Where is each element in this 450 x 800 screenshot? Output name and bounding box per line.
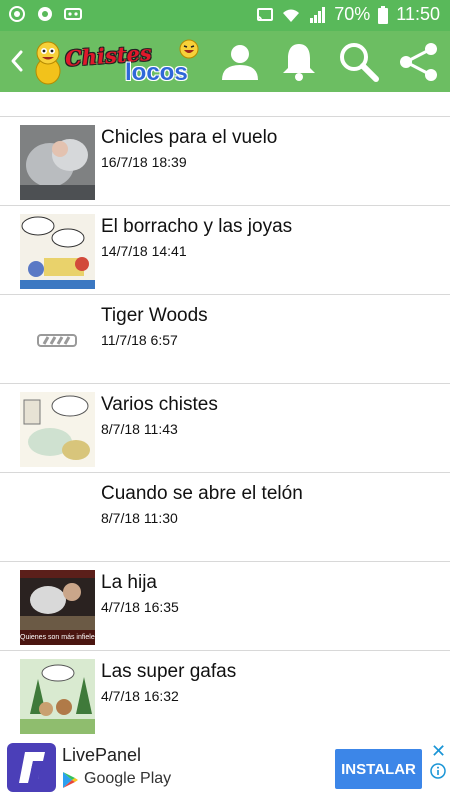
search-icon[interactable] — [336, 40, 380, 84]
item-title: Cuando se abre el telón — [101, 483, 303, 504]
clock: 11:50 — [396, 4, 440, 24]
item-title: Las super gafas — [101, 661, 237, 682]
app-bar: Chistes locos — [0, 31, 450, 92]
wifi-icon — [283, 9, 300, 22]
thumbnail-caption: Quienes son más infieles — [20, 630, 95, 645]
item-date: 4/7/18 16:32 — [101, 688, 179, 704]
battery-icon — [378, 5, 389, 24]
item-date: 8/7/18 11:43 — [101, 421, 178, 437]
install-button[interactable]: INSTALAR — [335, 749, 422, 789]
profile-icon[interactable] — [218, 40, 262, 84]
notification-bell-icon[interactable] — [277, 40, 321, 84]
item-title: La hija — [101, 572, 157, 593]
voicemail-icon — [64, 8, 82, 20]
list-item[interactable]: Las super gafas 4/7/18 16:32 — [0, 651, 450, 740]
list-item[interactable]: Quienes son más infieles La hija 4/7/18 … — [0, 562, 450, 651]
livepanel-app-icon[interactable] — [7, 743, 56, 792]
share-icon[interactable] — [397, 40, 441, 84]
google-play-icon — [63, 772, 78, 788]
item-title: El borracho y las joyas — [101, 216, 293, 237]
ad-info-icon[interactable] — [430, 763, 446, 779]
ad-close-icon[interactable]: ✕ — [431, 741, 446, 762]
item-date: 8/7/18 11:30 — [101, 510, 178, 526]
item-title: Varios chistes — [101, 394, 218, 415]
list-item[interactable]: Chicles para el vuelo 16/7/18 18:39 — [0, 117, 450, 206]
back-icon[interactable] — [6, 45, 28, 77]
aperture-icon — [9, 6, 25, 22]
livepanel-logo-icon — [19, 752, 45, 783]
laughing-emoji-icon — [179, 39, 199, 59]
joke-list: Chicles para el vuelo 16/7/18 18:39 El b… — [0, 92, 450, 740]
list-item[interactable]: El borracho y las joyas 14/7/18 14:41 — [0, 206, 450, 295]
item-date: 4/7/18 16:35 — [101, 599, 179, 615]
signal-icon — [310, 6, 326, 23]
list-item[interactable]: Cuando se abre el telón 8/7/18 11:30 — [0, 473, 450, 562]
item-title: Chicles para el vuelo — [101, 127, 278, 148]
emoji-mascot-icon — [35, 41, 61, 85]
status-bar: 70% 11:50 — [0, 0, 450, 31]
item-thumbnail — [20, 214, 95, 289]
ad-banner[interactable]: LivePanel Google Play INSTALAR ✕ — [0, 737, 450, 800]
battery-percent: 70% — [334, 4, 371, 24]
item-title: Tiger Woods — [101, 305, 208, 326]
list-top-spacer — [0, 92, 450, 117]
item-thumbnail — [20, 125, 95, 200]
logo-word-locos: locos — [125, 59, 188, 86]
ad-store-name: Google Play — [84, 770, 172, 787]
item-date: 16/7/18 18:39 — [101, 154, 187, 170]
cast-icon — [257, 7, 274, 21]
item-thumbnail: Quienes son más infieles — [20, 570, 95, 645]
item-thumbnail — [20, 659, 95, 734]
item-thumbnail — [20, 392, 95, 467]
item-date: 11/7/18 6:57 — [101, 332, 178, 348]
list-item[interactable]: Varios chistes 8/7/18 11:43 — [0, 384, 450, 473]
settings-notification-icon — [38, 7, 52, 21]
image-loading-placeholder-icon — [37, 334, 77, 347]
app-logo: Chistes locos — [33, 35, 203, 89]
item-date: 14/7/18 14:41 — [101, 243, 187, 259]
list-item[interactable]: Tiger Woods 11/7/18 6:57 — [0, 295, 450, 384]
ad-app-name: LivePanel — [62, 745, 142, 765]
dark-scene-illustration — [20, 570, 95, 630]
